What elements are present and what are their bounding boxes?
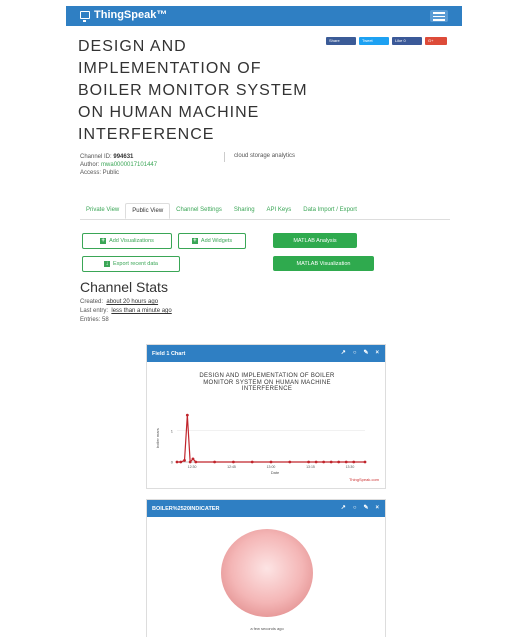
- data-point[interactable]: [322, 460, 326, 464]
- indicator-lamp-circle: [221, 529, 313, 617]
- y-tick-label: 1: [171, 428, 174, 433]
- data-point[interactable]: [314, 460, 318, 464]
- page-title: DESIGN AND IMPLEMENTATION OF BOILER MONI…: [78, 38, 308, 143]
- channel-stats: Created: about 20 hours ago Last entry: …: [80, 298, 172, 325]
- brand-logo[interactable]: ThingSpeak™: [80, 9, 168, 22]
- data-point[interactable]: [232, 460, 235, 464]
- channel-tags[interactable]: cloud storage analytics: [234, 153, 295, 159]
- data-point[interactable]: [269, 460, 273, 464]
- indicator-timestamp: a few seconds ago: [250, 626, 284, 631]
- indicator-card-header: BOILER%2520INDICATER ↗ ○ ✎ ×: [147, 500, 385, 517]
- data-point[interactable]: [352, 460, 356, 464]
- add-widgets-button[interactable]: + Add Widgets: [178, 233, 246, 249]
- export-recent-data-button[interactable]: ↓ Export recent data: [82, 256, 180, 272]
- card-toolbar: ↗ ○ ✎ ×: [341, 505, 379, 511]
- data-point[interactable]: [250, 460, 254, 464]
- share-button[interactable]: Share: [326, 37, 356, 45]
- like-button[interactable]: Like 0: [392, 37, 422, 45]
- brand-name: ThingSpeak™: [94, 9, 168, 21]
- google-plus-button[interactable]: G+: [425, 37, 447, 45]
- share-buttons: Share Tweet Like 0 G+: [326, 37, 447, 45]
- data-point[interactable]: [307, 460, 310, 464]
- channel-access: Access: Public: [80, 170, 120, 176]
- x-tick-label: 12:30: [188, 465, 197, 469]
- tab-private-view[interactable]: Private View: [80, 203, 125, 219]
- data-point[interactable]: [329, 460, 333, 464]
- x-tick-label: 13:15: [306, 465, 315, 469]
- stat-entries: Entries: 58: [80, 317, 109, 323]
- chart-card-header: Field 1 Chart ↗ ○ ✎ ×: [147, 345, 385, 362]
- indicator-widget-card: BOILER%2520INDICATER ↗ ○ ✎ × a few secon…: [146, 499, 386, 637]
- menu-bar-icon: [433, 15, 445, 17]
- data-point[interactable]: [344, 460, 348, 464]
- chart-xlabel: Date: [271, 470, 280, 475]
- indicator-card-title: BOILER%2520INDICATER: [152, 505, 220, 512]
- hamburger-menu-button[interactable]: [430, 10, 448, 22]
- data-point[interactable]: [194, 460, 198, 464]
- data-point[interactable]: [337, 460, 341, 464]
- menu-bar-icon: [433, 19, 445, 21]
- tab-sharing[interactable]: Sharing: [228, 203, 261, 219]
- x-tick-label: 13:30: [346, 465, 355, 469]
- tab-channel-settings[interactable]: Channel Settings: [170, 203, 228, 219]
- author-link[interactable]: mwa0000017101447: [101, 162, 157, 168]
- tab-public-view[interactable]: Public View: [125, 203, 171, 219]
- external-link-icon[interactable]: ↗: [341, 505, 346, 511]
- indicator-lamp: [221, 529, 313, 617]
- chart-card-title: Field 1 Chart: [152, 350, 186, 357]
- edit-pencil-icon[interactable]: ✎: [363, 350, 368, 356]
- channel-stats-heading: Channel Stats: [80, 279, 168, 295]
- y-tick-label: 0: [171, 460, 174, 465]
- menu-bar-icon: [433, 12, 445, 14]
- data-point[interactable]: [188, 460, 192, 464]
- x-tick-label: 13:00: [267, 465, 276, 469]
- download-icon: ↓: [104, 261, 111, 267]
- channel-tabs: Private View Public View Channel Setting…: [80, 203, 450, 220]
- meta-divider: [224, 152, 225, 162]
- line-chart[interactable]: boiler mars Date 0 1 12:30 12:45 13:00 13:15 1…: [147, 362, 385, 488]
- data-point[interactable]: [288, 460, 292, 464]
- edit-pencil-icon[interactable]: ✎: [363, 505, 368, 511]
- data-point[interactable]: [191, 457, 195, 461]
- chart-credit-link[interactable]: ThingSpeak.com: [349, 477, 379, 482]
- data-point[interactable]: [185, 413, 189, 417]
- data-point[interactable]: [175, 460, 179, 464]
- add-visualizations-button[interactable]: + Add Visualizations: [82, 233, 172, 249]
- stat-created: Created: about 20 hours ago: [80, 299, 159, 305]
- tab-api-keys[interactable]: API Keys: [261, 203, 298, 219]
- top-navbar: ThingSpeak™: [66, 6, 462, 26]
- comment-icon[interactable]: ○: [353, 350, 357, 356]
- plus-icon: +: [191, 238, 198, 244]
- chart-ylabel: boiler mars: [155, 428, 160, 448]
- chart-ticks: 0 1 12:30 12:45 13:00 13:15 13:30: [171, 428, 355, 469]
- data-point[interactable]: [213, 460, 216, 464]
- stat-last-entry: Last entry: less than a minute ago: [80, 308, 172, 314]
- field-chart-card: Field 1 Chart ↗ ○ ✎ × DESIGN AND IMPLEME…: [146, 344, 386, 489]
- x-tick-label: 12:45: [227, 465, 236, 469]
- data-point[interactable]: [363, 460, 367, 464]
- channel-meta: Channel ID: 994631 Author: mwa0000017101…: [80, 153, 157, 177]
- chart-grid: [177, 430, 365, 463]
- data-point[interactable]: [179, 460, 183, 464]
- monitor-icon: [80, 11, 90, 22]
- card-toolbar: ↗ ○ ✎ ×: [341, 350, 379, 356]
- plus-icon: +: [100, 238, 107, 244]
- series-points: [175, 413, 367, 464]
- close-icon[interactable]: ×: [375, 505, 379, 511]
- data-point[interactable]: [183, 459, 186, 462]
- channel-author: Author: mwa0000017101447: [80, 162, 158, 168]
- channel-id: Channel ID: 994631: [80, 154, 134, 160]
- tweet-button[interactable]: Tweet: [359, 37, 389, 45]
- external-link-icon[interactable]: ↗: [341, 350, 346, 356]
- tab-data-import-export[interactable]: Data Import / Export: [297, 203, 363, 219]
- series-line: [177, 415, 365, 464]
- matlab-visualization-button[interactable]: MATLAB Visualization: [273, 256, 374, 271]
- close-icon[interactable]: ×: [375, 350, 379, 356]
- comment-icon[interactable]: ○: [353, 505, 357, 511]
- matlab-analysis-button[interactable]: MATLAB Analysis: [273, 233, 357, 248]
